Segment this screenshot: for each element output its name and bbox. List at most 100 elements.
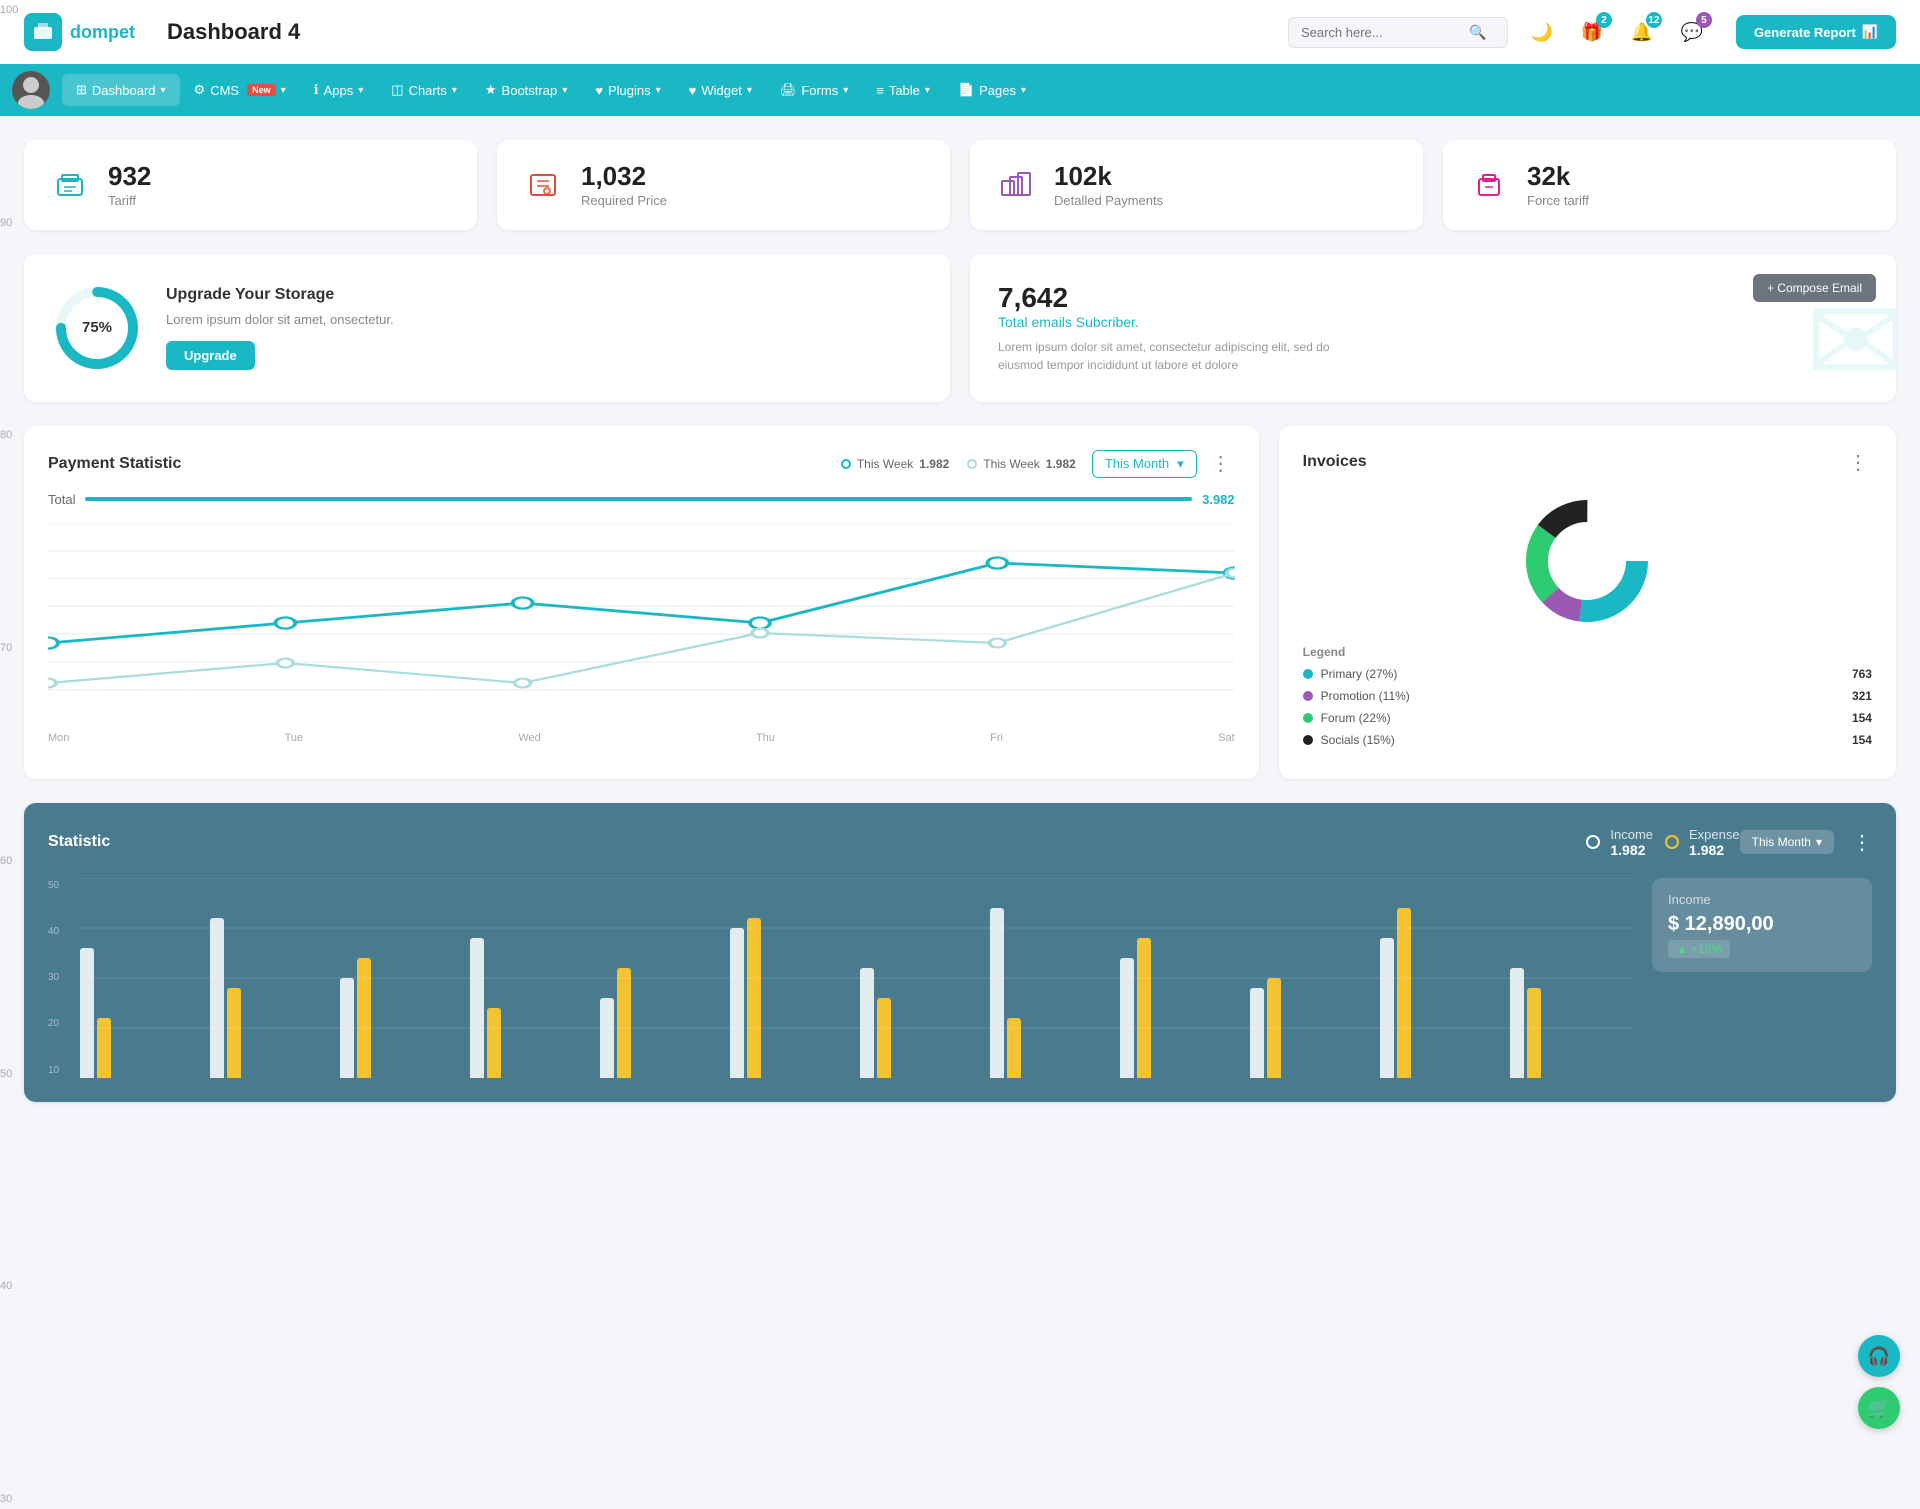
- bar-chart-container: 50 40 30 20 10: [48, 878, 1872, 1078]
- nav-item-widget[interactable]: ♥ Widget ▾: [675, 75, 766, 106]
- stat-controls: This Month ▾ ⋮: [1740, 830, 1872, 855]
- stat-month-button[interactable]: This Month ▾: [1740, 830, 1834, 854]
- chat-btn[interactable]: 💬 5: [1674, 14, 1710, 50]
- force-tariff-icon: [1467, 163, 1511, 207]
- nav-item-forms[interactable]: 🖨 Forms ▾: [766, 74, 862, 106]
- chevron-down-icon: ▾: [1021, 85, 1026, 96]
- legend-row: Promotion (11%) 321: [1303, 689, 1872, 703]
- search-bar[interactable]: 🔍: [1288, 17, 1508, 48]
- forms-icon: 🖨: [780, 82, 797, 98]
- storage-percent: 75%: [52, 283, 142, 373]
- bar-group-6: [730, 918, 852, 1078]
- inv-val-primary: 763: [1852, 667, 1872, 681]
- bar-white: [80, 948, 94, 1078]
- chevron-down-icon: ▾: [358, 85, 363, 96]
- total-label: Total: [48, 492, 75, 507]
- total-value: 3.982: [1202, 492, 1235, 507]
- legend-item-2: This Week 1.982: [967, 457, 1076, 471]
- nav-bar: ⊞ Dashboard ▾ ⚙ CMS New ▾ ℹ Apps ▾ ◫ Cha…: [0, 64, 1920, 116]
- nav-item-label: Bootstrap: [502, 83, 558, 98]
- nav-item-apps[interactable]: ℹ Apps ▾: [300, 74, 378, 106]
- search-input[interactable]: [1301, 25, 1461, 40]
- float-button-support[interactable]: 🎧: [1858, 1335, 1900, 1377]
- y-axis: 100 90 80 70 60 50 40 30: [0, 0, 32, 1509]
- invoices-more-button[interactable]: ⋮: [1844, 450, 1872, 475]
- inv-label-primary: Primary (27%): [1321, 667, 1844, 681]
- price-icon: [521, 163, 565, 207]
- payment-card: Payment Statistic This Week 1.982 This W…: [24, 426, 1259, 779]
- income-badge: ▲ +15%: [1668, 940, 1730, 958]
- expense-legend: Expense 1.982: [1665, 827, 1740, 858]
- bar-group-12: [1510, 968, 1632, 1078]
- nav-item-label: Pages: [979, 83, 1016, 98]
- chevron-down-icon: ▾: [281, 85, 286, 96]
- bar-group-7: [860, 968, 982, 1078]
- legend-val-1: 1.982: [919, 457, 949, 471]
- bar-yellow: [877, 998, 891, 1078]
- bar-yellow: [1267, 978, 1281, 1078]
- nav-item-label: Dashboard: [92, 83, 156, 98]
- inv-dot-socials: [1303, 735, 1313, 745]
- payment-more-button[interactable]: ⋮: [1207, 451, 1235, 476]
- expense-label: Expense: [1689, 827, 1740, 842]
- bar-white: [730, 928, 744, 1078]
- generate-report-button[interactable]: Generate Report 📊: [1736, 15, 1896, 49]
- invoices-title: Invoices: [1303, 453, 1834, 471]
- up-arrow-icon: ▲: [1676, 942, 1688, 956]
- bar-group-2: [210, 918, 332, 1078]
- expense-dot: [1665, 835, 1679, 849]
- logo: dompet: [24, 13, 135, 51]
- moon-btn[interactable]: 🌙: [1524, 14, 1560, 50]
- bootstrap-icon: ★: [485, 82, 497, 98]
- stat-more-button[interactable]: ⋮: [1852, 830, 1872, 855]
- income-panel: Income $ 12,890,00 ▲ +15%: [1652, 878, 1872, 1078]
- month-selector[interactable]: This Month ▾: [1092, 450, 1197, 478]
- stat-value: 102k: [1054, 162, 1163, 191]
- header-icons: 🌙 🎁 2 🔔 12 💬 5 Generate Report 📊: [1524, 14, 1896, 50]
- nav-item-plugins[interactable]: ♥ Plugins ▾: [581, 75, 674, 106]
- upgrade-button[interactable]: Upgrade: [166, 341, 255, 370]
- stat-value: 1,032: [581, 162, 667, 191]
- legend-row: Forum (22%) 154: [1303, 711, 1872, 725]
- plugins-icon: ♥: [595, 83, 603, 98]
- headset-icon: 🎧: [1868, 1346, 1890, 1367]
- payment-legend: This Week 1.982 This Week 1.982: [841, 457, 1076, 471]
- nav-item-pages[interactable]: 📄 Pages ▾: [944, 74, 1040, 106]
- payment-header: Payment Statistic This Week 1.982 This W…: [48, 450, 1235, 478]
- line-chart: [48, 523, 1235, 723]
- total-bar: [85, 497, 1192, 501]
- nav-item-cms[interactable]: ⚙ CMS New ▾: [180, 74, 300, 106]
- bar-group-1: [80, 948, 202, 1078]
- float-button-cart[interactable]: 🛒: [1858, 1387, 1900, 1429]
- bell-btn[interactable]: 🔔 12: [1624, 14, 1660, 50]
- chat-badge: 5: [1696, 12, 1712, 28]
- nav-item-bootstrap[interactable]: ★ Bootstrap ▾: [471, 74, 581, 106]
- legend-val-2: 1.982: [1046, 457, 1076, 471]
- nav-item-dashboard[interactable]: ⊞ Dashboard ▾: [62, 74, 180, 106]
- bar-white: [1250, 988, 1264, 1078]
- main-content: 932 Tariff 1,032 Required Price 102k Det…: [0, 116, 1920, 1126]
- statistic-card: Statistic Income 1.982 Expense 1.982: [24, 803, 1896, 1102]
- nav-item-label: Plugins: [608, 83, 651, 98]
- stat-label: Tariff: [108, 193, 151, 208]
- bar-yellow: [617, 968, 631, 1078]
- bar-group-5: [600, 968, 722, 1078]
- chevron-down-icon: ▾: [562, 85, 567, 96]
- storage-title: Upgrade Your Storage: [166, 286, 394, 304]
- chevron-down-icon: ▾: [1816, 835, 1822, 849]
- gift-btn[interactable]: 🎁 2: [1574, 14, 1610, 50]
- stat-label: Force tariff: [1527, 193, 1589, 208]
- nav-item-label: Forms: [801, 83, 838, 98]
- nav-item-charts[interactable]: ◫ Charts ▾: [377, 74, 471, 106]
- stat-card-payments: 102k Detalled Payments: [970, 140, 1423, 230]
- stat-value: 32k: [1527, 162, 1589, 191]
- chevron-down-icon: ▾: [747, 85, 752, 96]
- payment-title: Payment Statistic: [48, 455, 841, 473]
- charts-row: Payment Statistic This Week 1.982 This W…: [24, 426, 1896, 779]
- bar-white: [860, 968, 874, 1078]
- nav-item-table[interactable]: ≡ Table ▾: [862, 75, 944, 106]
- tariff-icon: [48, 163, 92, 207]
- legend-label-2: This Week: [983, 457, 1039, 471]
- page-title: Dashboard 4: [167, 19, 300, 45]
- invoices-header: Invoices ⋮: [1303, 450, 1872, 475]
